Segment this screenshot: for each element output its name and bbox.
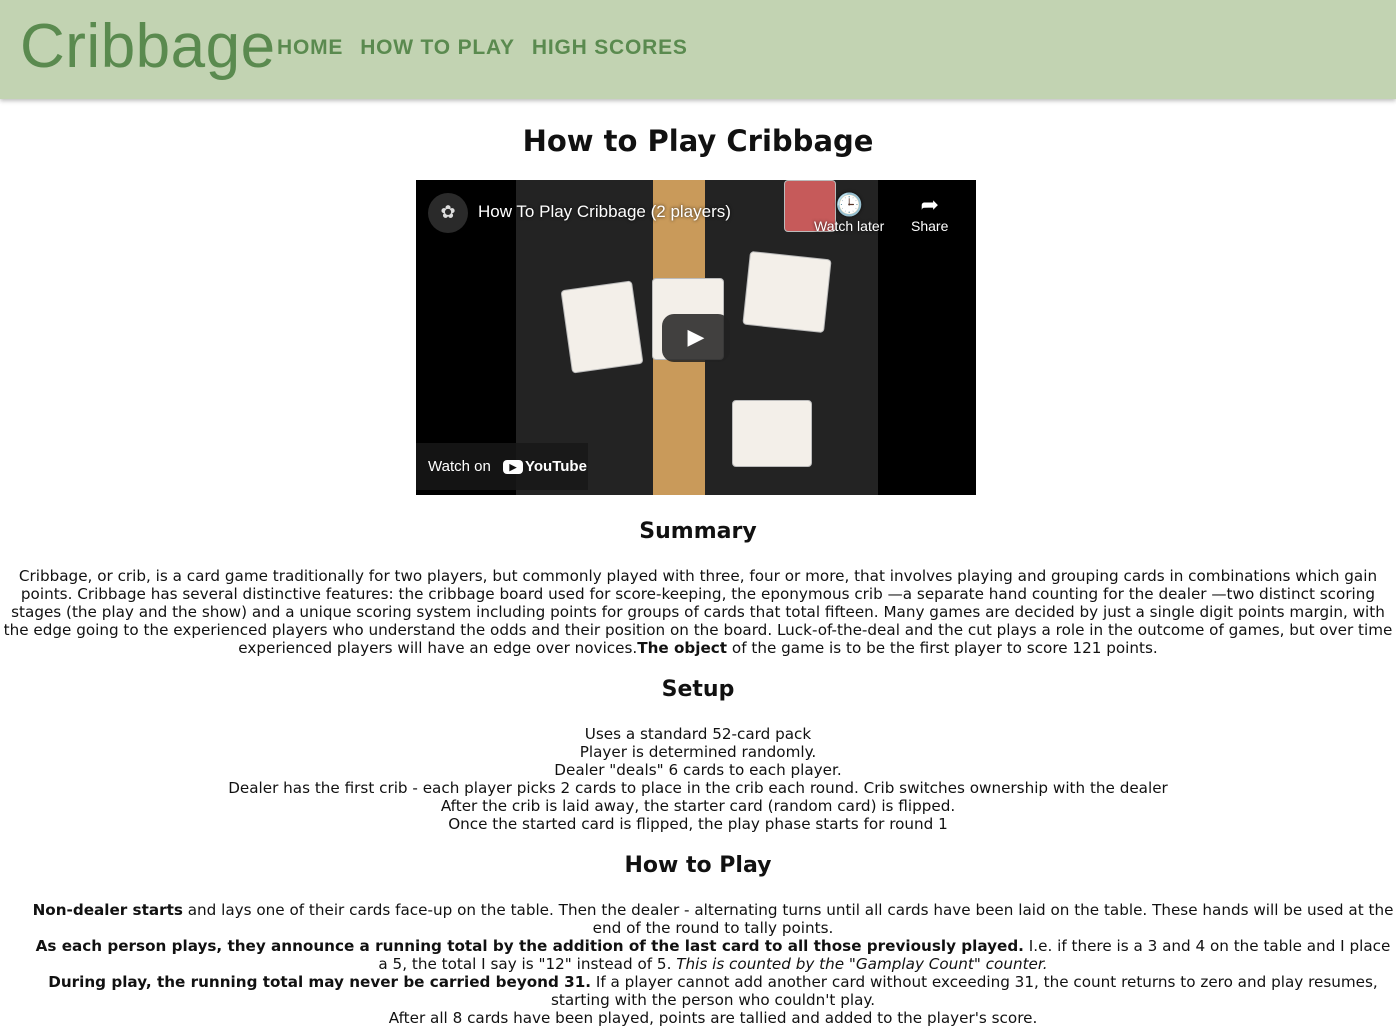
how-to-play-list: Non-dealer starts and lays one of their … [30, 901, 1396, 1027]
watch-on-youtube-button[interactable]: Watch on ▶ YouTube [416, 443, 588, 490]
how-to-play-heading: How to Play [624, 853, 772, 878]
watch-later-button[interactable]: 🕒 Watch later [814, 192, 884, 234]
site-logo[interactable]: Cribbage [20, 10, 276, 84]
share-button[interactable]: ➦ Share [911, 192, 948, 234]
play-icon: ▶ [687, 325, 705, 350]
list-item: Non-dealer starts and lays one of their … [32, 901, 1394, 937]
watch-on-label: Watch on [428, 458, 491, 475]
list-item: Once the started card is flipped, the pl… [448, 815, 948, 833]
play-button[interactable]: ▶ [662, 314, 730, 362]
card-image [560, 280, 644, 374]
share-label: Share [911, 218, 949, 234]
channel-avatar-icon[interactable]: ✿ [428, 193, 468, 233]
site-header: Cribbage HOME HOW TO PLAY HIGH SCORES [0, 0, 1396, 99]
nav-high-scores[interactable]: HIGH SCORES [532, 34, 688, 62]
page-title: How to Play Cribbage [522, 124, 874, 158]
main-nav: HOME HOW TO PLAY HIGH SCORES [277, 34, 688, 62]
card-image [742, 250, 832, 334]
youtube-logo: ▶ YouTube [502, 443, 587, 490]
nav-home[interactable]: HOME [277, 34, 343, 62]
list-item: Dealer has the first crib - each player … [228, 779, 1168, 797]
nav-how-to-play[interactable]: HOW TO PLAY [360, 34, 515, 62]
list-item: After the crib is laid away, the starter… [440, 797, 956, 815]
card-image [732, 400, 812, 467]
watch-later-label: Watch later [814, 218, 885, 234]
clock-icon: 🕒 [835, 192, 863, 217]
summary-heading: Summary [639, 519, 757, 544]
youtube-play-icon: ▶ [502, 460, 523, 475]
list-item: Player is determined randomly. [579, 743, 817, 761]
video-embed[interactable]: ✿ How To Play Cribbage (2 players) 🕒 Wat… [416, 180, 976, 495]
list-item: Dealer "deals" 6 cards to each player. [554, 761, 842, 779]
setup-heading: Setup [661, 677, 735, 702]
list-item: After all 8 cards have been played, poin… [388, 1009, 1038, 1027]
setup-list: Uses a standard 52-card pack Player is d… [0, 725, 1396, 833]
list-item: During play, the running total may never… [48, 973, 1378, 1009]
video-title[interactable]: How To Play Cribbage (2 players) [478, 202, 731, 222]
list-item: As each person plays, they announce a ru… [35, 937, 1391, 973]
list-item: Uses a standard 52-card pack [584, 725, 812, 743]
share-icon: ➦ [920, 192, 939, 217]
summary-text: Cribbage, or crib, is a card game tradit… [3, 567, 1393, 657]
